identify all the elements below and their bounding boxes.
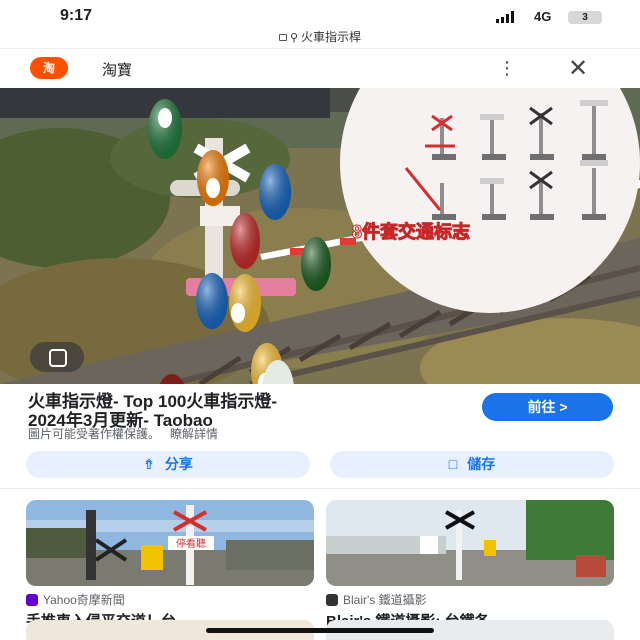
network-type: 4G — [534, 9, 552, 24]
bookmark-icon: □ — [448, 456, 458, 472]
visit-button[interactable]: 前往 > — [482, 393, 613, 421]
taobao-logo: 淘 — [30, 57, 68, 79]
lens-search-icon[interactable] — [30, 342, 84, 372]
divider — [0, 488, 640, 489]
battery-icon: 3 — [568, 11, 602, 24]
copyright-text: 圖片可能受著作權保護。 — [28, 427, 161, 441]
share-icon: ⇮ — [143, 456, 155, 472]
signal-icon — [496, 11, 514, 23]
close-icon[interactable]: ✕ — [568, 54, 588, 83]
result-title-line1: 火車指示燈- Top 100火車指示燈- — [28, 392, 278, 411]
card-source: Yahoo奇摩新聞 — [26, 591, 314, 608]
save-button[interactable]: □ 儲存 — [330, 451, 614, 478]
related-thumbnail[interactable] — [326, 500, 614, 586]
card-source-name: Yahoo奇摩新聞 — [43, 593, 125, 607]
crossing-photo — [326, 500, 614, 586]
thumb-sign-text: 停看聽 — [176, 537, 206, 550]
more-options-icon[interactable]: ⋮ — [498, 59, 516, 77]
share-button[interactable]: ⇮ 分享 — [26, 451, 310, 478]
copyright-notice: 圖片可能受著作權保護。 瞭解詳情 — [28, 425, 218, 442]
url-text: 火車指示桿 — [301, 30, 362, 44]
related-card[interactable]: 停看聽 Yahoo奇摩新聞 手推車入侵平交道！台... — [26, 500, 314, 631]
lock-icon — [278, 34, 287, 42]
status-time: 9:17 — [60, 7, 93, 24]
share-label: 分享 — [164, 456, 193, 472]
related-thumbnail[interactable]: 停看聽 — [26, 500, 314, 586]
learn-more-link[interactable]: 瞭解詳情 — [170, 427, 218, 441]
address-bar[interactable]: ⚲ 火車指示桿 — [0, 28, 640, 46]
home-indicator[interactable] — [206, 628, 434, 633]
related-card[interactable]: Blair's 鐵道攝影 Blair's 鐵道攝影: 台鐵各... — [326, 500, 614, 631]
save-label: 儲存 — [467, 456, 496, 472]
status-bar: 9:17 4G 3 — [0, 0, 640, 30]
crossing-photo: 停看聽 — [26, 500, 314, 586]
card-source: Blair's 鐵道攝影 — [326, 591, 614, 608]
card-source-name: Blair's 鐵道攝影 — [343, 593, 427, 607]
search-icon: ⚲ — [289, 32, 299, 44]
decoration-balls — [148, 99, 331, 384]
camera-icon — [326, 593, 338, 606]
yahoo-icon — [26, 593, 38, 606]
site-header: 淘 淘寶 ⋮ ✕ — [0, 48, 640, 89]
site-name: 淘寶 — [102, 62, 133, 79]
result-image[interactable]: 8件套交通标志 — [0, 88, 640, 384]
